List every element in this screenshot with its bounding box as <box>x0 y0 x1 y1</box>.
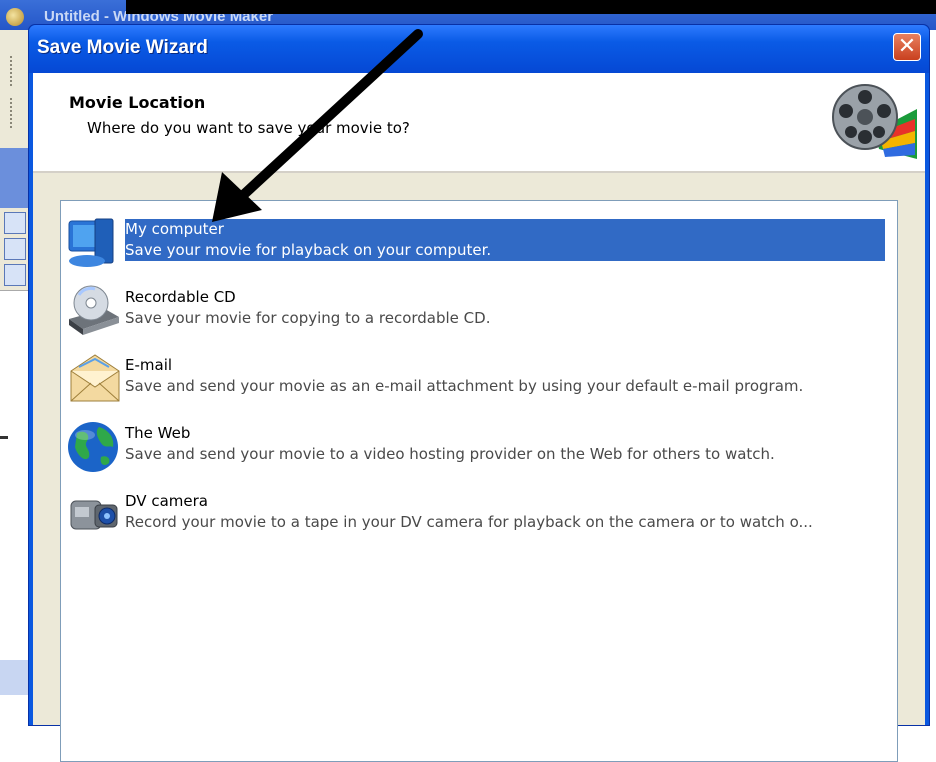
task-icon[interactable] <box>4 264 26 286</box>
cd-drive-icon <box>69 285 119 335</box>
option-email[interactable]: E-mail Save and send your movie as an e-… <box>61 351 897 413</box>
movie-maker-app-icon <box>6 8 24 26</box>
option-title: Recordable CD <box>125 288 236 306</box>
option-text: The Web Save and send your movie to a vi… <box>125 423 775 465</box>
option-the-web[interactable]: The Web Save and send your movie to a vi… <box>61 419 897 481</box>
envelope-icon <box>70 354 120 402</box>
option-dv-camera[interactable]: DV camera Record your movie to a tape in… <box>61 487 897 549</box>
computer-icon <box>68 218 114 267</box>
option-recordable-cd[interactable]: Recordable CD Save your movie for copyin… <box>61 283 897 345</box>
film-reel-icon <box>832 84 917 159</box>
background-divider <box>0 436 8 439</box>
option-text: E-mail Save and send your movie as an e-… <box>125 355 803 397</box>
option-description: Save and send your movie to a video host… <box>125 445 775 463</box>
wizard-header: Movie Location Where do you want to save… <box>33 73 925 173</box>
page-title: Movie Location <box>69 93 206 112</box>
dialog-title: Save Movie Wizard <box>37 37 208 58</box>
option-description: Record your movie to a tape in your DV c… <box>125 513 813 531</box>
dialog-client-area: Movie Location Where do you want to save… <box>33 73 925 762</box>
page-subtitle: Where do you want to save your movie to? <box>87 119 410 137</box>
toolbar-grip[interactable] <box>10 56 15 86</box>
task-icon[interactable] <box>4 212 26 234</box>
toolbar-grip[interactable] <box>10 98 15 128</box>
option-text: DV camera Record your movie to a tape in… <box>125 491 813 533</box>
annotation-bar <box>126 0 936 14</box>
option-description: Save your movie for copying to a recorda… <box>125 309 491 327</box>
dialog-title-bar[interactable]: Save Movie Wizard ✕ <box>29 25 929 73</box>
option-text: My computer Save your movie for playback… <box>125 219 885 261</box>
option-description: Save and send your movie as an e-mail at… <box>125 377 804 395</box>
option-title: My computer <box>125 220 224 238</box>
background-content-area <box>0 290 28 710</box>
option-my-computer[interactable]: My computer Save your movie for playback… <box>61 215 897 277</box>
option-title: DV camera <box>125 492 208 510</box>
globe-icon <box>68 422 118 472</box>
task-icon[interactable] <box>4 238 26 260</box>
close-button[interactable]: ✕ <box>893 33 921 61</box>
option-description: Save your movie for playback on your com… <box>125 241 492 259</box>
option-text: Recordable CD Save your movie for copyin… <box>125 287 490 329</box>
option-title: E-mail <box>125 356 173 374</box>
background-task-panel <box>0 148 28 208</box>
option-title: The Web <box>125 424 191 442</box>
save-movie-wizard-dialog: Save Movie Wizard ✕ Movie Location Where… <box>28 24 930 762</box>
camcorder-icon <box>70 500 118 530</box>
background-bottom-panel <box>0 660 28 695</box>
location-options-list[interactable]: My computer Save your movie for playback… <box>60 200 898 762</box>
